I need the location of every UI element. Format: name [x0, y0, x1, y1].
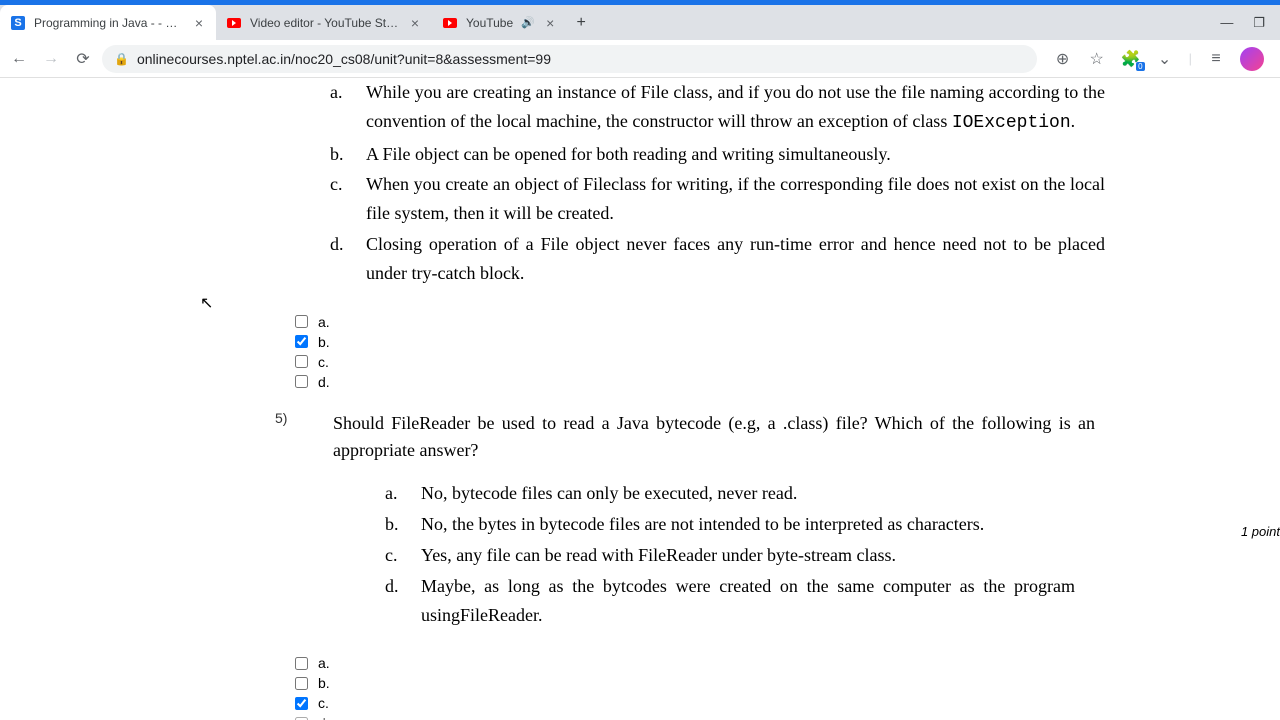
q4-option-a: a. While you are creating an instance of… — [330, 78, 1105, 138]
bookmark-star-icon[interactable]: ☆ — [1087, 49, 1107, 69]
close-icon[interactable]: × — [408, 16, 422, 30]
close-icon[interactable]: × — [543, 16, 557, 30]
q5-option-c: c. Yes, any file can be read with FileRe… — [385, 541, 1075, 570]
answer-label: d. — [318, 715, 330, 720]
favicon-youtube — [442, 15, 458, 31]
question-5-answers: a. b. c. d. — [275, 641, 1280, 720]
tab-youtube-studio[interactable]: Video editor - YouTube Studio × — [216, 5, 432, 40]
address-bar[interactable]: 🔒 onlinecourses.nptel.ac.in/noc20_cs08/u… — [102, 45, 1037, 73]
profile-avatar[interactable] — [1240, 47, 1264, 71]
q5-option-d: d. Maybe, as long as the bytcodes were c… — [385, 572, 1075, 630]
tab-title: Programming in Java - - Unit 9 - — [34, 16, 184, 30]
checkbox-q4-a[interactable] — [295, 315, 308, 328]
extension-badge: 0 — [1136, 62, 1144, 71]
page-content: ↖ a. While you are creating an instance … — [0, 78, 1280, 720]
answer-label: b. — [318, 334, 330, 350]
q4-answer-a[interactable]: a. — [295, 314, 1280, 330]
window-controls: — ❐ — [1220, 5, 1280, 40]
minimize-button[interactable]: — — [1220, 15, 1233, 30]
tab-strip: S Programming in Java - - Unit 9 - × Vid… — [0, 5, 1280, 40]
favicon-youtube — [226, 15, 242, 31]
new-tab-button[interactable]: + — [567, 5, 595, 40]
question-4-answers: a. b. c. d. — [275, 300, 1280, 400]
answer-label: c. — [318, 354, 329, 370]
favicon-swayam: S — [10, 15, 26, 31]
points-label: 1 point — [1241, 524, 1280, 539]
lock-icon: 🔒 — [114, 52, 129, 66]
q4-answer-d[interactable]: d. — [295, 374, 1280, 390]
q5-option-b: b. No, the bytes in bytecode files are n… — [385, 510, 1075, 539]
q5-answer-c[interactable]: c. — [295, 695, 1280, 711]
checkbox-q5-a[interactable] — [295, 657, 308, 670]
answer-label: a. — [318, 314, 330, 330]
question-4-options: a. While you are creating an instance of… — [275, 78, 1135, 300]
question-5: 5) Should FileReader be used to read a J… — [275, 400, 1280, 642]
forward-button[interactable]: → — [38, 46, 64, 72]
answer-label: d. — [318, 374, 330, 390]
q4-option-d: d. Closing operation of a File object ne… — [330, 230, 1105, 288]
q4-answer-b[interactable]: b. — [295, 334, 1280, 350]
answer-label: a. — [318, 655, 330, 671]
zoom-icon[interactable]: ⊕ — [1053, 49, 1073, 69]
question-number: 5) — [275, 400, 305, 426]
pocket-icon[interactable]: ⌄ — [1155, 49, 1175, 69]
audio-icon[interactable]: 🔊 — [521, 16, 535, 30]
toolbar: ← → ⟳ 🔒 onlinecourses.nptel.ac.in/noc20_… — [0, 40, 1280, 78]
tab-title: YouTube — [466, 16, 513, 30]
tab-programming-java[interactable]: S Programming in Java - - Unit 9 - × — [0, 5, 216, 40]
q5-answer-a[interactable]: a. — [295, 655, 1280, 671]
checkbox-q4-d[interactable] — [295, 375, 308, 388]
mouse-cursor: ↖ — [200, 293, 213, 313]
reading-list-icon[interactable]: ≡ — [1206, 49, 1226, 69]
checkbox-q5-c[interactable] — [295, 697, 308, 710]
q5-option-a: a. No, bytecode files can only be execut… — [385, 479, 1075, 508]
checkbox-q5-b[interactable] — [295, 677, 308, 690]
url-text: onlinecourses.nptel.ac.in/noc20_cs08/uni… — [137, 51, 551, 67]
checkbox-q4-b[interactable] — [295, 335, 308, 348]
q5-answer-b[interactable]: b. — [295, 675, 1280, 691]
q5-answer-d[interactable]: d. — [295, 715, 1280, 720]
reload-button[interactable]: ⟳ — [70, 46, 96, 72]
tab-youtube[interactable]: YouTube 🔊 × — [432, 5, 567, 40]
back-button[interactable]: ← — [6, 46, 32, 72]
q4-option-b: b. A File object can be opened for both … — [330, 140, 1105, 169]
q4-answer-c[interactable]: c. — [295, 354, 1280, 370]
toolbar-right-icons: ⊕ ☆ 🧩 0 ⌄ | ≡ — [1043, 47, 1274, 71]
answer-label: b. — [318, 675, 330, 691]
checkbox-q4-c[interactable] — [295, 355, 308, 368]
maximize-button[interactable]: ❐ — [1253, 15, 1265, 31]
answer-label: c. — [318, 695, 329, 711]
question-5-stem: Should FileReader be used to read a Java… — [305, 400, 1125, 480]
extensions-icon[interactable]: 🧩 0 — [1121, 49, 1141, 69]
tab-title: Video editor - YouTube Studio — [250, 16, 400, 30]
q4-option-c: c. When you create an object of Fileclas… — [330, 170, 1105, 228]
close-icon[interactable]: × — [192, 16, 206, 30]
